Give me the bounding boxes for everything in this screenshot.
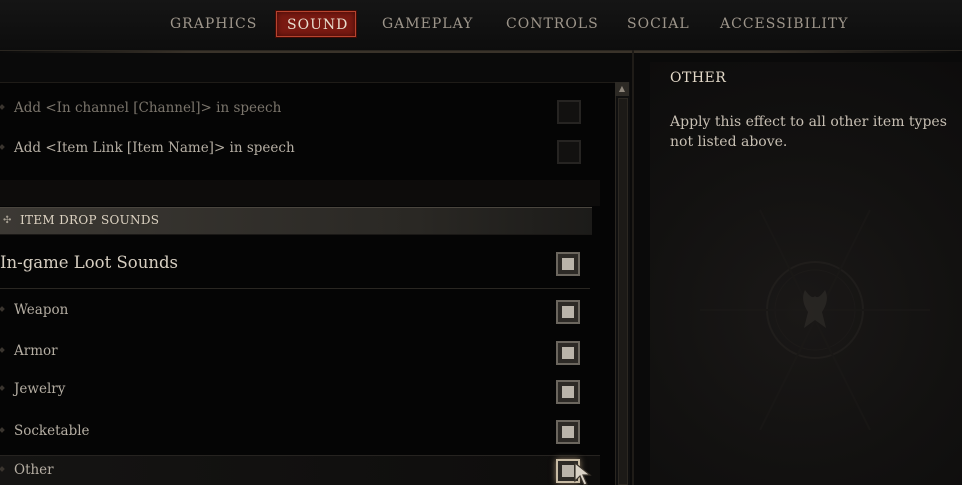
tab-sound[interactable]: SOUND (276, 11, 356, 37)
info-description: Apply this effect to all other item type… (670, 114, 947, 150)
loot-jewelry-row[interactable]: Jewelry (0, 371, 600, 411)
loot-jewelry-checkbox[interactable] (556, 380, 580, 404)
loot-other-row[interactable]: Other (0, 452, 600, 485)
divider (0, 288, 590, 289)
row-bullet-icon (0, 104, 5, 110)
section-spacer (0, 180, 600, 206)
triangle-up-icon[interactable]: ▲ (615, 82, 629, 96)
loot-armor-row[interactable]: Armor (0, 333, 600, 373)
settings-screen: GRAPHICS SOUND GAMEPLAY CONTROLS SOCIAL … (0, 0, 962, 485)
loot-sounds-checkbox[interactable] (556, 252, 580, 276)
section-title: ITEM DROP SOUNDS (20, 213, 160, 227)
loot-socketable-label: Socketable (14, 423, 90, 439)
speech-item-link-label: Add <Item Link [Item Name]> in speech (14, 140, 295, 156)
diamond-cluster-icon: ✣ (3, 215, 12, 226)
loot-armor-label: Armor (14, 343, 58, 359)
loot-socketable-checkbox[interactable] (556, 420, 580, 444)
row-bullet-icon (0, 466, 5, 472)
loot-weapon-checkbox[interactable] (556, 300, 580, 324)
section-header-item-drop-sounds: ✣ ITEM DROP SOUNDS (0, 207, 592, 235)
panel-divider (632, 50, 634, 485)
loot-sounds-label: In-game Loot Sounds (0, 253, 178, 272)
row-bullet-icon (0, 306, 5, 312)
speech-channel-checkbox[interactable] (557, 100, 581, 124)
tab-controls[interactable]: CONTROLS (496, 11, 600, 37)
pointer-cursor-icon (574, 461, 592, 485)
tab-accessibility[interactable]: ACCESSIBILITY (710, 11, 847, 37)
loot-jewelry-label: Jewelry (14, 381, 66, 397)
loot-weapon-row[interactable]: Weapon (0, 292, 600, 332)
loot-armor-checkbox[interactable] (556, 341, 580, 365)
row-bullet-icon (0, 427, 5, 433)
speech-item-link-row[interactable]: Add <Item Link [Item Name]> in speech (0, 130, 600, 170)
speech-channel-row[interactable]: Add <In channel [Channel]> in speech (0, 90, 600, 130)
emblem-icon (700, 209, 930, 430)
row-bullet-icon (0, 385, 5, 391)
loot-weapon-label: Weapon (14, 302, 69, 318)
row-bullet-icon (0, 347, 5, 353)
row-bullet-icon (0, 144, 5, 150)
speech-channel-label: Add <In channel [Channel]> in speech (14, 100, 282, 116)
settings-tab-bar: GRAPHICS SOUND GAMEPLAY CONTROLS SOCIAL … (0, 0, 962, 53)
tab-graphics[interactable]: GRAPHICS (160, 11, 260, 37)
tab-gameplay[interactable]: GAMEPLAY (372, 11, 478, 37)
loot-other-label: Other (14, 462, 54, 478)
scrollbar-thumb[interactable] (618, 98, 628, 485)
info-title: OTHER (670, 70, 727, 86)
tab-social[interactable]: SOCIAL (617, 11, 693, 37)
loot-socketable-row[interactable]: Socketable (0, 413, 600, 453)
speech-item-link-checkbox[interactable] (557, 140, 581, 164)
